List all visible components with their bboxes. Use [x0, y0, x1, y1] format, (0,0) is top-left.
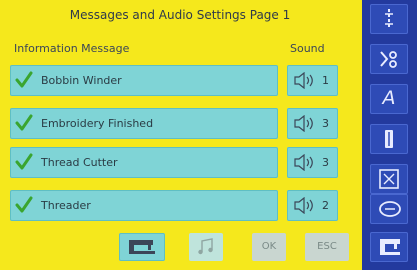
message-label: Bobbin Winder — [41, 74, 122, 87]
message-row-thread-cutter[interactable]: Thread Cutter — [10, 147, 278, 178]
sound-number: 2 — [322, 199, 329, 212]
buttonhole-icon — [385, 130, 393, 148]
column-header-information-message: Information Message — [14, 42, 130, 55]
message-label: Threader — [41, 199, 91, 212]
decorative-stitch-icon — [380, 51, 397, 68]
sewing-machine-icon — [129, 240, 155, 254]
speaker-icon — [294, 154, 313, 171]
alphabet-icon: A — [382, 87, 396, 109]
straight-stitch-icon — [385, 9, 393, 29]
sidebar: A — [362, 0, 417, 270]
sound-button-threader[interactable]: 2 — [287, 190, 338, 221]
buttonhole-button[interactable] — [370, 124, 408, 154]
sound-button-bobbin-winder[interactable]: 1 — [287, 65, 338, 96]
message-row-embroidery-finished[interactable]: Embroidery Finished — [10, 108, 278, 139]
sound-number: 3 — [322, 156, 329, 169]
alphabet-button[interactable]: A — [370, 84, 408, 114]
message-row-threader[interactable]: Threader — [10, 190, 278, 221]
settings-screen: Messages and Audio Settings Page 1 Infor… — [0, 0, 417, 270]
quilt-stitch-icon — [379, 169, 399, 189]
speaker-icon — [294, 115, 313, 132]
column-header-sound: Sound — [290, 42, 325, 55]
sound-settings-button[interactable] — [189, 233, 223, 261]
decorative-stitch-button[interactable] — [370, 44, 408, 74]
sewing-machine-setup-icon — [380, 239, 400, 255]
quilt-stitch-button[interactable] — [370, 164, 408, 194]
ok-button[interactable]: OK — [252, 233, 286, 261]
sound-button-embroidery-finished[interactable]: 3 — [287, 108, 338, 139]
sound-number: 3 — [322, 117, 329, 130]
checkmark-icon — [15, 71, 33, 88]
message-row-bobbin-winder[interactable]: Bobbin Winder — [10, 65, 278, 96]
stitch-menu-button[interactable] — [370, 4, 408, 34]
sewing-machine-button[interactable] — [119, 233, 165, 261]
speaker-icon — [294, 197, 313, 214]
checkmark-icon — [15, 114, 33, 131]
sound-button-thread-cutter[interactable]: 3 — [287, 147, 338, 178]
esc-button[interactable]: ESC — [305, 233, 349, 261]
ok-label: OK — [261, 241, 277, 252]
speaker-icon — [294, 72, 313, 89]
personal-program-button[interactable] — [370, 194, 408, 224]
oval-frame-icon — [379, 201, 401, 217]
message-label: Embroidery Finished — [41, 117, 154, 130]
checkmark-icon — [15, 153, 33, 170]
esc-label: ESC — [317, 241, 337, 252]
sound-number: 1 — [322, 74, 329, 87]
setup-button[interactable] — [370, 232, 408, 262]
checkmark-icon — [15, 196, 33, 213]
message-label: Thread Cutter — [41, 156, 118, 169]
page-title: Messages and Audio Settings Page 1 — [69, 8, 291, 22]
music-note-icon — [198, 238, 213, 255]
